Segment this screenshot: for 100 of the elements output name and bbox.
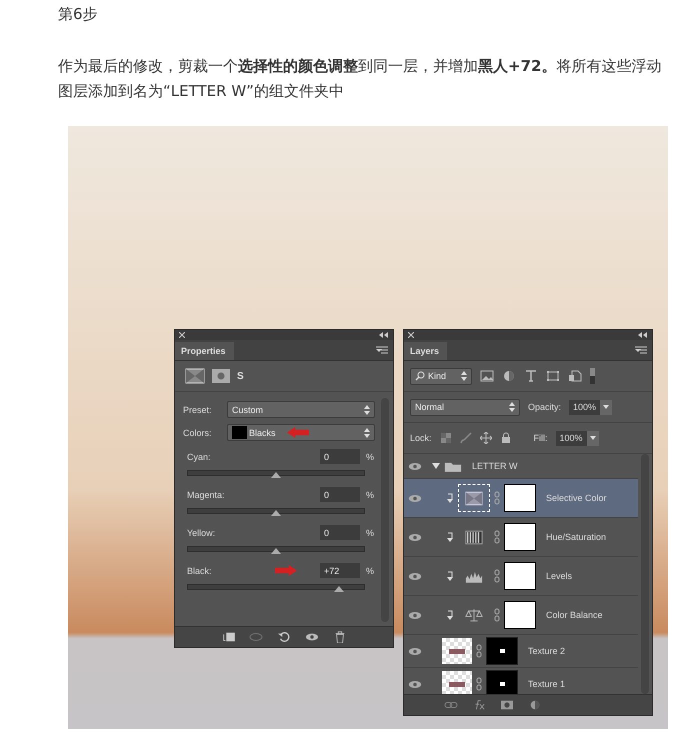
reset-icon[interactable]	[277, 631, 291, 643]
clipping-arrow-icon	[446, 493, 454, 503]
layer-mask-thumbnail	[504, 484, 536, 512]
slider-track[interactable]	[187, 584, 365, 590]
filter-dropdown[interactable]: Kind	[410, 368, 472, 384]
link-icon	[494, 569, 500, 583]
clipping-arrow-icon	[446, 571, 454, 581]
preset-dropdown[interactable]: Custom	[227, 401, 375, 418]
brush-icon[interactable]	[460, 432, 472, 444]
scrollbar[interactable]	[641, 454, 649, 694]
eye-icon[interactable]	[408, 462, 422, 470]
layer-mask-thumbnail	[486, 670, 518, 694]
percent-label: %	[366, 528, 375, 538]
eye-icon[interactable]	[305, 631, 319, 643]
filter-toggle[interactable]	[590, 368, 595, 384]
type-filter-icon[interactable]	[524, 370, 538, 382]
lock-icon[interactable]	[500, 432, 512, 444]
layer-row[interactable]: Color Balance	[404, 596, 638, 635]
value-field[interactable]: 0	[320, 487, 360, 502]
slider-thumb[interactable]	[334, 586, 344, 592]
preset-label: Preset:	[183, 404, 213, 414]
eye-icon[interactable]	[408, 610, 422, 620]
eye-icon[interactable]	[408, 680, 422, 688]
close-icon[interactable]	[179, 332, 185, 338]
fill-label: Fill:	[534, 433, 548, 443]
colors-label: Colors:	[183, 428, 213, 438]
properties-tab[interactable]: Properties	[175, 342, 234, 360]
collapse-icon[interactable]	[379, 332, 389, 338]
layers-tab[interactable]: Layers	[404, 342, 448, 360]
opacity-label: Opacity:	[528, 402, 562, 412]
adjustment-icon[interactable]	[528, 699, 542, 711]
stepper-icon	[509, 402, 515, 412]
stepper-icon	[364, 428, 370, 438]
layer-name: Selective Color	[546, 493, 607, 503]
slider-track[interactable]	[187, 470, 365, 476]
colors-dropdown[interactable]: Blacks	[227, 424, 375, 441]
slider-track[interactable]	[187, 508, 365, 514]
clipping-arrow-icon	[446, 610, 454, 620]
value-field[interactable]: 0	[320, 525, 360, 540]
percent-label: %	[366, 452, 375, 462]
scales-icon	[465, 608, 483, 622]
layer-mask-thumbnail	[486, 637, 518, 665]
view-icon[interactable]	[249, 631, 263, 643]
layer-mask-thumbnail	[504, 562, 536, 590]
search-icon	[415, 371, 425, 381]
link-icon	[476, 644, 482, 658]
value-field[interactable]: +72	[320, 563, 360, 578]
layer-row[interactable]: Hue/Saturation	[404, 518, 638, 557]
disclosure-triangle-icon[interactable]	[432, 462, 440, 470]
close-icon[interactable]	[408, 332, 414, 338]
layer-name: LETTER W	[472, 461, 518, 471]
shape-filter-icon[interactable]	[546, 370, 560, 382]
slider-thumb[interactable]	[271, 510, 281, 516]
percent-label: %	[366, 490, 375, 500]
slider-thumb[interactable]	[271, 472, 281, 478]
eye-icon[interactable]	[408, 646, 422, 656]
link-icon	[494, 530, 500, 544]
caret-icon[interactable]	[603, 405, 610, 409]
caret-icon[interactable]	[590, 436, 596, 440]
mask-icon[interactable]	[211, 368, 231, 384]
eye-icon[interactable]	[408, 494, 422, 502]
smart-object-filter-icon[interactable]	[568, 370, 582, 382]
link-icon[interactable]	[444, 699, 458, 711]
layer-name: Hue/Saturation	[546, 532, 606, 542]
slider-label: Magenta:	[187, 490, 225, 500]
slider-track[interactable]	[187, 546, 365, 552]
trash-icon[interactable]	[333, 631, 347, 643]
eye-icon[interactable]	[408, 532, 422, 542]
hue-saturation-icon	[465, 530, 483, 544]
arrow-icon	[287, 427, 309, 438]
eye-icon[interactable]	[408, 572, 422, 580]
layer-mask-thumbnail	[504, 601, 536, 629]
mask-icon[interactable]	[500, 699, 514, 711]
value-field[interactable]: 0	[320, 449, 360, 464]
panel-menu-icon[interactable]	[635, 346, 647, 354]
slider-thumb[interactable]	[271, 548, 281, 554]
layer-thumbnail	[442, 671, 472, 694]
layer-thumbnail	[442, 638, 472, 664]
selective-color-icon	[465, 490, 483, 506]
image-filter-icon[interactable]	[480, 370, 494, 382]
layer-name: Texture 2	[528, 646, 566, 656]
lock-pixels-icon[interactable]	[440, 432, 452, 444]
percent-label: %	[366, 566, 375, 576]
link-icon	[476, 677, 482, 691]
clipping-arrow-icon	[446, 532, 454, 542]
move-icon[interactable]	[480, 432, 492, 444]
clip-icon[interactable]	[221, 631, 235, 643]
opacity-field[interactable]: 100%	[569, 400, 612, 414]
layer-name: Levels	[546, 571, 572, 581]
adjustment-filter-icon[interactable]	[502, 370, 516, 382]
blend-mode-dropdown[interactable]: Normal	[410, 398, 520, 416]
fill-field[interactable]: 100%	[556, 430, 599, 446]
layer-row[interactable]: Levels	[404, 557, 638, 596]
layer-row[interactable]: Selective Color	[404, 479, 638, 518]
layer-row[interactable]: Texture 2	[404, 635, 638, 668]
panel-menu-icon[interactable]	[376, 346, 388, 354]
collapse-icon[interactable]	[638, 332, 648, 338]
layer-name: S	[237, 370, 244, 382]
adjustment-icon[interactable]	[185, 368, 205, 384]
lock-label: Lock:	[410, 433, 432, 443]
